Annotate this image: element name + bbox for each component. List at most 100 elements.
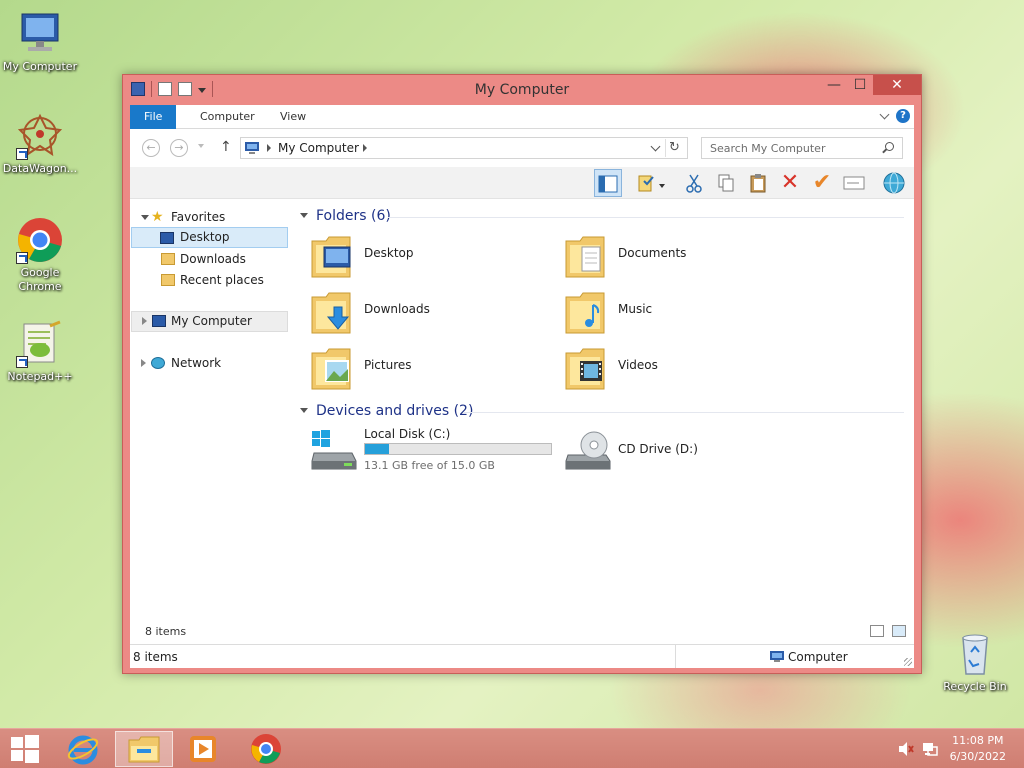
drive-local-disk-c[interactable]: Local Disk (C:) 13.1 GB free of 15.0 GB	[310, 425, 560, 477]
folder-pictures[interactable]: Pictures	[310, 343, 550, 395]
group-header-devices[interactable]: Devices and drives (2)	[300, 403, 473, 419]
resize-grip-icon[interactable]	[904, 658, 912, 666]
nav-item-label: Desktop	[180, 230, 230, 244]
nav-computer-label: My Computer	[171, 314, 252, 328]
clock-date: 6/30/2022	[949, 750, 1006, 763]
up-button[interactable]: ↑	[220, 139, 232, 155]
paste-button[interactable]	[744, 169, 772, 197]
volume-muted-icon[interactable]	[898, 741, 914, 757]
expand-arrow-icon[interactable]	[142, 317, 147, 325]
drive-name: Local Disk (C:)	[364, 427, 451, 441]
group-divider	[388, 217, 904, 218]
nav-item-recent-places[interactable]: Recent places	[131, 270, 288, 291]
nav-item-downloads[interactable]: Downloads	[131, 249, 288, 270]
folder-videos[interactable]: Videos	[564, 343, 804, 395]
desktop-icon-label: Notepad++	[7, 370, 73, 383]
preview-pane-icon	[598, 175, 618, 193]
cd-drive-icon	[565, 431, 611, 470]
cut-icon	[686, 174, 702, 193]
properties-dropdown-button[interactable]	[656, 169, 668, 197]
tab-file[interactable]: File	[130, 105, 177, 129]
taskbar-media-player[interactable]	[174, 731, 232, 767]
recycle-bin-icon	[951, 630, 999, 678]
address-bar[interactable]: My Computer ↻	[240, 137, 688, 159]
folder-desktop[interactable]: Desktop	[310, 231, 550, 283]
navigation-pane: ★ Favorites Desktop Downloads Recent pla…	[130, 199, 290, 644]
system-clock[interactable]: 11:08 PM 6/30/2022	[950, 733, 1006, 765]
nav-network[interactable]: Network	[131, 353, 288, 374]
folder-music[interactable]: Music	[564, 287, 804, 339]
minimize-button[interactable]: —	[821, 75, 847, 95]
details-item-count: 8 items	[145, 625, 187, 638]
breadcrumb-chevron-icon[interactable]	[267, 144, 271, 152]
details-bar: 8 items	[130, 620, 914, 644]
copy-button[interactable]	[712, 169, 740, 197]
title-bar[interactable]: My Computer — ☐ ✕	[123, 75, 921, 105]
documents-folder-icon	[565, 236, 605, 278]
forward-button[interactable]: →	[170, 139, 188, 157]
cut-button[interactable]	[680, 169, 708, 197]
start-button[interactable]	[0, 731, 58, 767]
group-divider	[464, 412, 904, 413]
taskbar-file-explorer[interactable]	[115, 731, 173, 767]
network-status-icon[interactable]	[922, 741, 938, 757]
rename-button[interactable]	[840, 169, 868, 197]
desktop-icon-recycle-bin[interactable]: Recycle Bin	[935, 630, 1015, 694]
tab-view[interactable]: View	[266, 105, 320, 129]
group-header-folders[interactable]: Folders (6)	[300, 208, 391, 224]
group-header-label: Folders (6)	[316, 208, 391, 224]
drive-cd-d[interactable]: CD Drive (D:)	[564, 425, 814, 477]
help-icon[interactable]: ?	[896, 109, 910, 123]
desktop-icon-my-computer[interactable]: My Computer	[0, 10, 80, 74]
desktop-icon-notepad-plus-plus[interactable]: Notepad++	[0, 320, 80, 384]
nav-item-label: Downloads	[180, 252, 246, 266]
breadcrumb-chevron-icon[interactable]	[363, 144, 367, 152]
taskbar-internet-explorer[interactable]	[56, 731, 114, 767]
search-icon[interactable]	[885, 142, 894, 151]
address-dropdown-icon[interactable]	[650, 141, 661, 152]
globe-button[interactable]	[880, 169, 908, 197]
desktop-icon-datawagon[interactable]: DataWagon...	[0, 112, 80, 176]
folder-documents[interactable]: Documents	[564, 231, 804, 283]
window-title: My Computer	[474, 82, 570, 98]
shortcut-arrow-icon	[16, 252, 28, 264]
nav-item-desktop[interactable]: Desktop	[131, 227, 288, 248]
collapse-arrow-icon[interactable]	[141, 215, 149, 220]
computer-icon	[152, 315, 166, 327]
hard-drive-icon	[311, 430, 357, 470]
desktop-icon-google-chrome[interactable]: Google Chrome	[0, 216, 80, 294]
nav-favorites[interactable]: ★ Favorites	[131, 207, 288, 228]
command-toolbar: ✕ ✔	[130, 167, 914, 199]
delete-button[interactable]: ✕	[776, 169, 804, 197]
search-box[interactable]: Search My Computer	[701, 137, 903, 159]
notepad-plus-plus-icon	[16, 320, 64, 368]
folder-name: Desktop	[364, 246, 414, 260]
shortcut-arrow-icon	[16, 356, 28, 368]
taskbar-google-chrome[interactable]	[236, 731, 294, 767]
search-placeholder: Search My Computer	[710, 142, 826, 155]
refresh-button[interactable]: ↻	[665, 139, 683, 157]
preview-pane-button[interactable]	[594, 169, 622, 197]
desktop-icon-label: Recycle Bin	[943, 680, 1007, 693]
expand-ribbon-icon[interactable]	[879, 109, 890, 119]
my-computer-icon	[16, 10, 64, 58]
properties-icon	[638, 175, 654, 192]
large-icons-view-icon[interactable]	[892, 625, 906, 637]
folder-downloads[interactable]: Downloads	[310, 287, 550, 339]
drive-name: CD Drive (D:)	[618, 442, 698, 456]
internet-explorer-icon	[67, 735, 99, 765]
maximize-button[interactable]: ☐	[847, 75, 873, 95]
recent-locations-icon[interactable]	[198, 144, 204, 148]
chrome-icon	[251, 734, 281, 764]
tab-computer[interactable]: Computer	[186, 105, 269, 129]
nav-my-computer[interactable]: My Computer	[131, 311, 288, 332]
expand-arrow-icon[interactable]	[141, 359, 146, 367]
collapse-group-icon	[300, 408, 308, 413]
address-location[interactable]: My Computer	[278, 141, 359, 155]
nav-favorites-label: Favorites	[171, 210, 226, 224]
close-button[interactable]: ✕	[873, 75, 921, 95]
details-view-icon[interactable]	[870, 625, 884, 637]
desktop-icon-label: Google Chrome	[18, 266, 62, 293]
back-button[interactable]: ←	[142, 139, 160, 157]
check-button[interactable]: ✔	[808, 169, 836, 197]
